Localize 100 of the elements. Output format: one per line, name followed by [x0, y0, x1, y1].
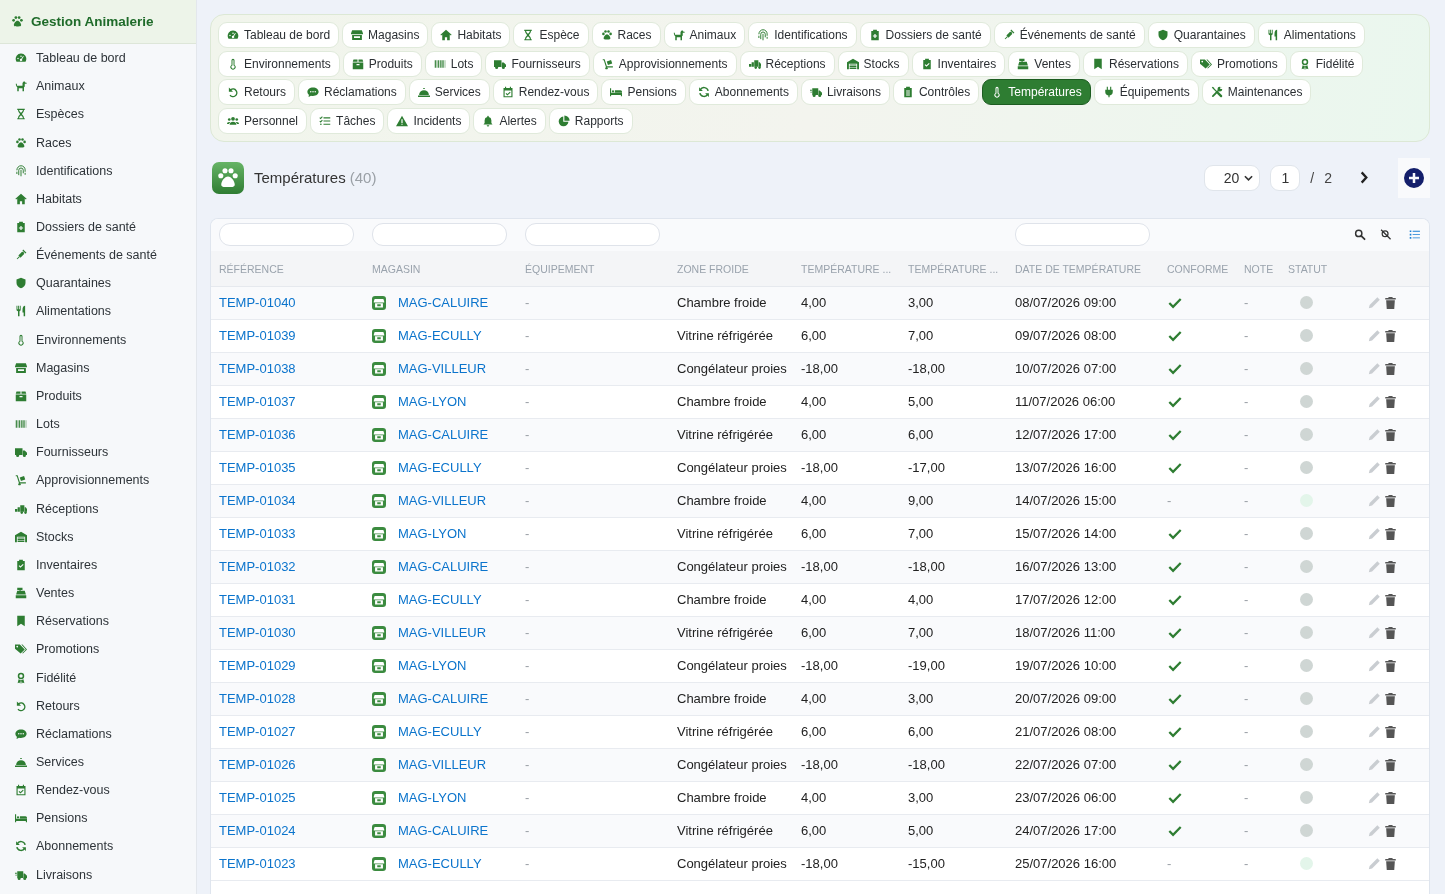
tab[interactable]: Habitats: [431, 22, 511, 48]
sidebar-item[interactable]: Habitats: [0, 184, 196, 213]
store-link[interactable]: MAG-ECULLY: [398, 592, 482, 607]
sidebar-item[interactable]: Espèces: [0, 100, 196, 129]
sidebar-item[interactable]: Réceptions: [0, 494, 196, 523]
sidebar-item[interactable]: Réservations: [0, 607, 196, 636]
sidebar-item[interactable]: Magasins: [0, 353, 196, 382]
tab[interactable]: Identifications: [748, 22, 857, 48]
sidebar-item[interactable]: Produits: [0, 381, 196, 411]
reference-link[interactable]: TEMP-01029: [219, 658, 296, 673]
trash-icon[interactable]: [1385, 296, 1396, 309]
tab[interactable]: Ventes: [1008, 50, 1080, 77]
sidebar-item[interactable]: Dossiers de santé: [0, 212, 196, 242]
sidebar-item[interactable]: Races: [0, 128, 196, 157]
tab[interactable]: Tableau de bord: [218, 22, 340, 48]
tab[interactable]: Environnements: [218, 50, 340, 77]
trash-icon[interactable]: [1385, 461, 1396, 474]
sidebar-item[interactable]: Environnements: [0, 325, 196, 354]
store-link[interactable]: MAG-ECULLY: [398, 856, 482, 871]
sidebar-item[interactable]: Quarantaines: [0, 269, 196, 298]
tab[interactable]: Rendez-vous: [492, 79, 599, 105]
tab[interactable]: Alertes: [473, 107, 546, 134]
trash-icon[interactable]: [1385, 560, 1396, 573]
tab[interactable]: Équipements: [1093, 79, 1199, 105]
pencil-icon[interactable]: [1368, 758, 1381, 771]
pencil-icon[interactable]: [1368, 461, 1381, 474]
sidebar-item[interactable]: Tableau de bord: [0, 44, 196, 73]
filter-field[interactable]: [372, 223, 507, 246]
trash-icon[interactable]: [1385, 593, 1396, 606]
tab[interactable]: Maintenances: [1201, 79, 1312, 105]
pencil-icon[interactable]: [1368, 659, 1381, 672]
pencil-icon[interactable]: [1368, 626, 1381, 639]
tab[interactable]: Quarantaines: [1147, 22, 1255, 48]
sidebar-item[interactable]: Pensions: [0, 804, 196, 833]
store-link[interactable]: MAG-ECULLY: [398, 724, 482, 739]
trash-icon[interactable]: [1385, 395, 1396, 408]
sidebar-item[interactable]: Fournisseurs: [0, 438, 196, 467]
tab[interactable]: Animaux: [663, 22, 746, 48]
tab[interactable]: Inventaires: [911, 50, 1006, 77]
sidebar-item[interactable]: Événements de santé: [0, 241, 196, 270]
sidebar-item[interactable]: Promotions: [0, 635, 196, 664]
reference-link[interactable]: TEMP-01039: [219, 328, 296, 343]
pencil-icon[interactable]: [1368, 296, 1381, 309]
tab[interactable]: Événements de santé: [993, 22, 1145, 48]
sidebar-item[interactable]: Alimentations: [0, 297, 196, 326]
tab[interactable]: Livraisons: [800, 79, 890, 105]
sidebar-item[interactable]: Retours: [0, 691, 196, 720]
tab[interactable]: Dossiers de santé: [859, 22, 991, 48]
page-input[interactable]: 1: [1270, 164, 1301, 191]
tab[interactable]: Produits: [342, 50, 422, 77]
store-link[interactable]: MAG-LYON: [398, 394, 467, 409]
sidebar-item[interactable]: Stocks: [0, 522, 196, 551]
tab[interactable]: Réservations: [1083, 50, 1189, 77]
tab[interactable]: Fidélité: [1289, 50, 1364, 77]
reference-link[interactable]: TEMP-01035: [219, 460, 296, 475]
trash-icon[interactable]: [1385, 527, 1396, 540]
pencil-icon[interactable]: [1368, 362, 1381, 375]
trash-icon[interactable]: [1385, 362, 1396, 375]
tab[interactable]: Services: [408, 79, 490, 105]
sidebar-item[interactable]: Animaux: [0, 72, 196, 101]
sidebar-item[interactable]: Réclamations: [0, 719, 196, 748]
sidebar-item[interactable]: Identifications: [0, 156, 196, 185]
tab[interactable]: Espèce: [513, 22, 589, 48]
store-link[interactable]: MAG-ECULLY: [398, 328, 482, 343]
reference-link[interactable]: TEMP-01025: [219, 790, 296, 805]
tab[interactable]: Magasins: [342, 22, 429, 48]
trash-icon[interactable]: [1385, 725, 1396, 738]
chevron-right-icon[interactable]: [1360, 171, 1368, 184]
tab[interactable]: Stocks: [837, 50, 909, 77]
pencil-icon[interactable]: [1368, 857, 1381, 870]
filter-field[interactable]: [1015, 223, 1150, 246]
sidebar-item[interactable]: Inventaires: [0, 550, 196, 579]
trash-icon[interactable]: [1385, 857, 1396, 870]
store-link[interactable]: MAG-ECULLY: [398, 460, 482, 475]
tab[interactable]: Races: [591, 22, 661, 48]
trash-icon[interactable]: [1385, 626, 1396, 639]
trash-icon[interactable]: [1385, 791, 1396, 804]
trash-icon[interactable]: [1385, 659, 1396, 672]
tab[interactable]: Pensions: [601, 79, 686, 105]
sidebar-item[interactable]: Approvisionnements: [0, 466, 196, 495]
tab[interactable]: Réclamations: [298, 79, 406, 105]
pencil-icon[interactable]: [1368, 593, 1381, 606]
search-icon[interactable]: [1354, 228, 1366, 241]
sidebar-item[interactable]: Abonnements: [0, 832, 196, 861]
pencil-icon[interactable]: [1368, 725, 1381, 738]
sidebar-item[interactable]: Services: [0, 747, 196, 777]
reference-link[interactable]: TEMP-01023: [219, 856, 296, 871]
pencil-icon[interactable]: [1368, 395, 1381, 408]
tab[interactable]: Rapports: [548, 107, 633, 134]
reference-link[interactable]: TEMP-01027: [219, 724, 296, 739]
trash-icon[interactable]: [1385, 329, 1396, 342]
add-button[interactable]: [1398, 157, 1430, 198]
filter-field[interactable]: [525, 223, 660, 246]
trash-icon[interactable]: [1385, 758, 1396, 771]
trash-icon[interactable]: [1385, 494, 1396, 507]
trash-icon[interactable]: [1385, 692, 1396, 705]
tab[interactable]: Contrôles: [892, 79, 980, 105]
tab[interactable]: Températures: [982, 79, 1091, 105]
tab[interactable]: Retours: [218, 79, 296, 105]
search-off-icon[interactable]: [1379, 228, 1392, 241]
